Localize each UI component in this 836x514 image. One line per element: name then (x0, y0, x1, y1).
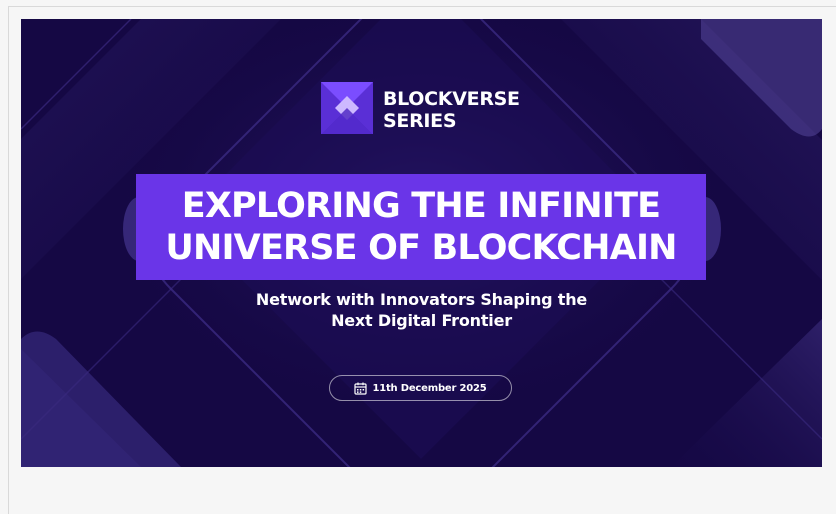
event-subtitle: Network with Innovators Shaping the Next… (21, 289, 822, 331)
subtitle-line-2: Next Digital Frontier (331, 311, 512, 330)
title-banner: EXPLORING THE INFINITE UNIVERSE OF BLOCK… (136, 174, 706, 280)
event-date-badge: 11th December 2025 (329, 375, 512, 401)
brand-line-1: BLOCKVERSE (383, 88, 520, 110)
event-date-text: 11th December 2025 (372, 382, 487, 394)
event-banner: BLOCKVERSE SERIES EXPLORING THE INFINITE… (21, 19, 822, 467)
brand-name: BLOCKVERSE SERIES (383, 88, 520, 132)
brand-logo: BLOCKVERSE SERIES (321, 82, 520, 138)
title-line-2: UNIVERSE OF BLOCKCHAIN (165, 228, 677, 268)
calendar-icon (354, 382, 368, 395)
subtitle-line-1: Network with Innovators Shaping the (255, 290, 588, 309)
brand-line-2: SERIES (383, 110, 457, 132)
title-line-1: EXPLORING THE INFINITE (181, 186, 661, 226)
blockverse-logo-icon (321, 82, 373, 138)
